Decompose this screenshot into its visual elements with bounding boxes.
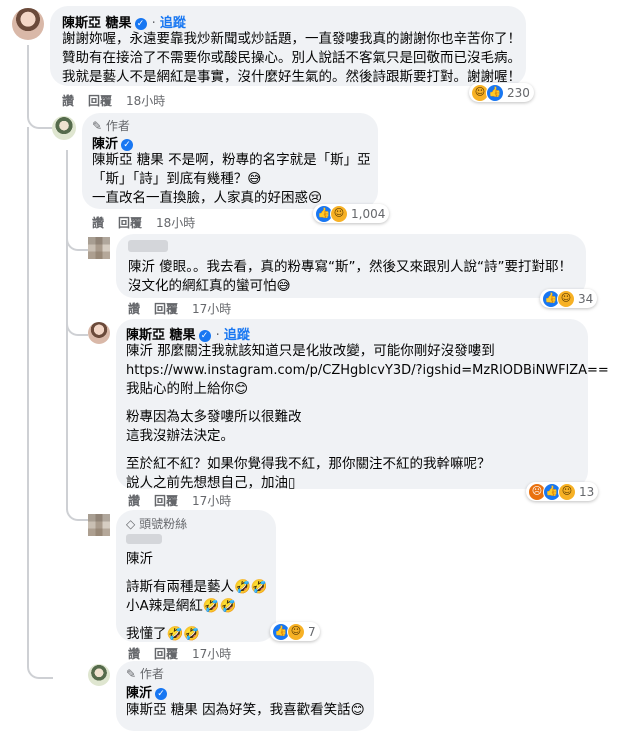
- verified-icon: ✓: [198, 330, 211, 342]
- author-tag: 作者: [105, 119, 130, 133]
- comment-bubble: ◇ 頭號粉絲 陳沂 詩斯有兩種是藝人🤣🤣 小A辣是網紅🤣🤣 我懂了🤣🤣: [116, 510, 276, 642]
- haha-icon: ☺: [558, 482, 576, 501]
- author-tag: 作者: [139, 667, 164, 681]
- reaction-summary[interactable]: ☹ 👍 ☺ 13: [526, 482, 599, 501]
- comment-author[interactable]: 陳沂: [92, 137, 118, 152]
- reply-button[interactable]: 回覆: [118, 216, 142, 230]
- reply-button[interactable]: 回覆: [88, 94, 112, 108]
- comment-bubble: ✎ 作者 陳沂 ✓ 陳斯亞 糖果 不是啊，粉專的名字就是「斯」亞 「斯」「詩」到底…: [82, 113, 378, 209]
- thread-line: [66, 150, 68, 270]
- haha-icon: ☺: [287, 622, 305, 641]
- reply-button[interactable]: 回覆: [154, 302, 178, 316]
- like-button[interactable]: 讚: [92, 216, 104, 230]
- comment-author[interactable]: 陳沂: [126, 686, 152, 701]
- comment-line: 至於紅不紅？如果你覺得我不紅，那你關注不紅的我幹嘛呢？: [126, 456, 491, 472]
- comment-line: 小A辣是網紅🤣🤣: [126, 598, 237, 614]
- thread-curve: [66, 505, 88, 521]
- pencil-icon: ✎: [126, 667, 137, 681]
- reaction-count: 230: [507, 85, 530, 100]
- thread-line: [27, 127, 29, 667]
- comment-line: 陳沂 那麼關注我就該知道只是化妝改變，可能你剛好沒發嘍到: [126, 343, 495, 359]
- comment-line: 我就是藝人不是網紅是事實，沒什麼好生氣的。然後詩跟斯要打對。謝謝喔！: [62, 69, 521, 85]
- follow-button[interactable]: 追蹤: [224, 328, 250, 343]
- avatar[interactable]: [88, 514, 110, 536]
- thread-curve: [27, 105, 53, 129]
- like-button[interactable]: 讚: [128, 494, 140, 508]
- blurred-name: [128, 240, 168, 252]
- reaction-summary[interactable]: ☺ 👍 230: [469, 83, 534, 102]
- follow-button[interactable]: 追蹤: [160, 16, 186, 31]
- comment-line: 陳斯亞 糖果 不是啊，粉專的名字就是「斯」亞: [92, 152, 371, 168]
- reply-button[interactable]: 回覆: [154, 647, 178, 661]
- comment-line: 詩斯有兩種是藝人🤣🤣: [126, 579, 268, 595]
- avatar[interactable]: [88, 322, 110, 344]
- reaction-summary[interactable]: 👍 ☺ 1,004: [313, 204, 390, 223]
- avatar[interactable]: [12, 8, 44, 40]
- thread-line: [27, 45, 29, 105]
- reaction-summary[interactable]: 👍 ☺ 34: [540, 289, 598, 308]
- reaction-count: 7: [308, 624, 316, 639]
- reaction-summary[interactable]: 👍 ☺ 7: [270, 622, 320, 641]
- like-button[interactable]: 讚: [128, 302, 140, 316]
- comment-line: 陳沂 傻眼。。我去看，真的粉專寫“斯”，然後又來跟別人說“詩”要打對耶！: [128, 259, 573, 275]
- thread-line: [66, 270, 68, 510]
- comment-bubble: ✎ 作者 陳沂 ✓ 陳斯亞 糖果 因為好笑，我喜歡看笑話😊: [116, 661, 374, 731]
- comment-line: 我懂了🤣🤣: [126, 626, 201, 642]
- comment-line: 這我沒辦法決定。: [126, 428, 234, 444]
- comment-line: 謝謝妳喔，永遠要靠我炒新聞或炒話題，一直發嘍我真的謝謝你也辛苦你了！: [62, 31, 521, 47]
- comment-bubble: 陳斯亞 糖果 ✓ · 追蹤 陳沂 那麼關注我就該知道只是化妝改變，可能你剛好沒發嘍…: [116, 319, 609, 491]
- avatar[interactable]: [88, 237, 110, 259]
- top-fan-badge: 頭號粉絲: [139, 517, 188, 531]
- timestamp[interactable]: 18小時: [126, 94, 165, 108]
- comment-line: 陳沂: [126, 551, 153, 567]
- comment-line: 我貼心的附上給你😊: [126, 381, 249, 397]
- reaction-count: 13: [579, 484, 595, 499]
- timestamp[interactable]: 17小時: [192, 647, 231, 661]
- reaction-count: 1,004: [351, 206, 386, 221]
- thread-curve: [66, 235, 88, 251]
- instagram-link[interactable]: https://www.instagram.com/p/CZHgblcvY3D/…: [126, 361, 609, 380]
- timestamp[interactable]: 17小時: [192, 494, 231, 508]
- comment-line: 贊助有在接洽了不需要你或酸民操心。別人說話不客氣只是回敬而已沒毛病。: [62, 50, 521, 66]
- comment-line: 「斯」「詩」到底有幾種？😅: [92, 171, 262, 187]
- like-button[interactable]: 讚: [128, 647, 140, 661]
- like-button[interactable]: 讚: [62, 94, 74, 108]
- haha-icon: ☺: [557, 289, 575, 308]
- avatar[interactable]: [52, 116, 76, 140]
- verified-icon: ✓: [121, 139, 134, 151]
- verified-icon: ✓: [155, 688, 168, 700]
- comment-bubble: 陳沂 傻眼。。我去看，真的粉專寫“斯”，然後又來跟別人說“詩”要打對耶！ 沒文化…: [116, 234, 586, 298]
- like-icon: 👍: [486, 83, 504, 102]
- comment-line: 陳斯亞 糖果 因為好笑，我喜歡看笑話😊: [126, 702, 365, 718]
- verified-icon: ✓: [134, 18, 147, 30]
- timestamp[interactable]: 17小時: [192, 302, 231, 316]
- avatar[interactable]: [88, 664, 110, 686]
- comment-line: 沒文化的網紅真的蠻可怕😅: [128, 278, 291, 294]
- thread-curve: [27, 655, 53, 679]
- comment-author[interactable]: 陳斯亞 糖果: [126, 328, 196, 343]
- thread-curve: [66, 320, 88, 336]
- reaction-count: 34: [578, 291, 594, 306]
- blurred-name: [126, 534, 162, 544]
- pencil-icon: ✎: [92, 119, 103, 133]
- comment-bubble: 陳斯亞 糖果 ✓ · 追蹤 謝謝妳喔，永遠要靠我炒新聞或炒話題，一直發嘍我真的謝謝…: [50, 6, 526, 86]
- timestamp[interactable]: 18小時: [156, 216, 195, 230]
- comment-line: 粉專因為太多發嘍所以很難改: [126, 409, 302, 425]
- diamond-icon: ◇: [126, 517, 136, 531]
- reply-button[interactable]: 回覆: [154, 494, 178, 508]
- haha-icon: ☺: [330, 204, 348, 223]
- comment-author[interactable]: 陳斯亞 糖果: [62, 16, 132, 31]
